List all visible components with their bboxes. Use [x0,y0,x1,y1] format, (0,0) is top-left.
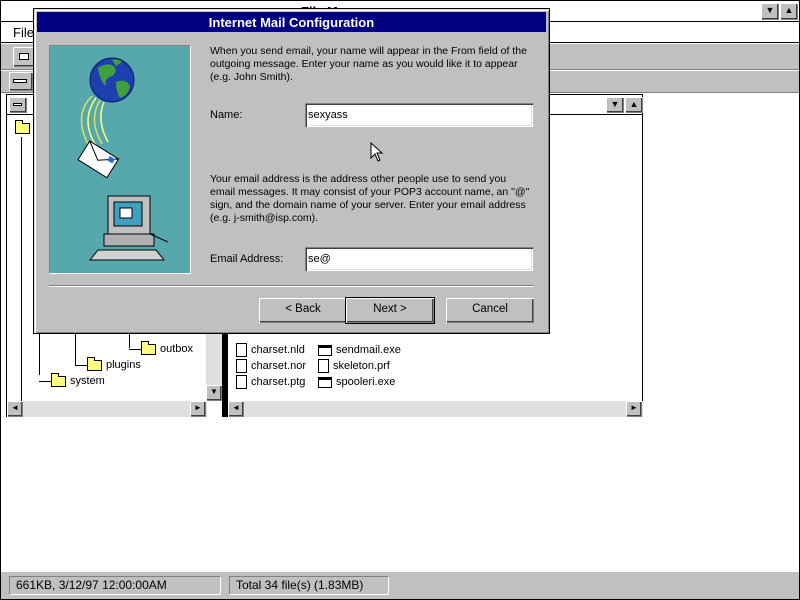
file-item[interactable]: charset.ptg [236,374,305,390]
mouse-cursor-icon [370,142,384,162]
tree-item-system[interactable]: system [51,372,105,389]
file-pane-top [611,95,627,115]
file-item[interactable]: skeleton.prf [318,358,390,374]
document-icon [236,343,247,357]
tree-line [39,381,51,382]
window-system-menu-button[interactable] [9,97,27,113]
file-item[interactable]: charset.nor [236,358,306,374]
file-item[interactable]: sendmail.exe [318,342,401,358]
cancel-button[interactable]: Cancel [446,298,534,323]
dialog-title: Internet Mail Configuration [208,15,375,30]
internet-mail-configuration-dialog: Internet Mail Configuration When you sen… [33,8,550,334]
email-address-label: Email Address: [210,253,284,265]
window-maximize-button[interactable]: ▲ [625,97,643,113]
tree-line [75,365,87,366]
system-menu-icon [13,103,22,106]
tree-item-plugins[interactable]: plugins [87,356,141,373]
email-instructions: Your email address is the address other … [210,173,530,224]
folder-icon [141,340,156,355]
executable-icon [318,376,332,388]
drive-a-button[interactable] [9,72,33,91]
back-button[interactable]: < Back [259,298,347,323]
wizard-illustration [49,45,191,274]
tree-line [129,349,141,350]
globe-mail-computer-icon [77,57,169,261]
file-name: sendmail.exe [336,344,401,356]
menu-file[interactable]: File [13,25,34,40]
dialog-separator [49,285,534,287]
scroll-right-button[interactable]: ► [190,401,206,417]
root-folder-icon [15,120,30,134]
name-label: Name: [210,109,243,121]
tree-line [75,330,76,365]
tree-item-outbox[interactable]: outbox [141,340,194,357]
executable-icon [318,344,332,356]
dialog-titlebar: Internet Mail Configuration [37,12,546,32]
tree-horizontal-scrollbar[interactable]: ◄ ► [7,401,207,417]
document-icon [236,359,247,373]
tree-line [21,137,22,402]
file-name: charset.nld [251,344,305,356]
document-icon [236,375,247,389]
email-address-input[interactable] [305,247,533,271]
file-name: charset.ptg [251,376,306,388]
scroll-right-button[interactable]: ► [626,401,642,417]
folder-icon [87,356,102,371]
file-item[interactable]: charset.nld [236,342,305,358]
name-input[interactable] [305,103,533,127]
document-icon [318,359,329,373]
name-instructions: When you send email, your name will appe… [210,45,527,83]
drive-select-button[interactable] [13,47,35,67]
scroll-down-button[interactable]: ▼ [206,385,222,401]
scroll-left-button[interactable]: ◄ [228,401,244,417]
status-bar: 661KB, 3/12/97 12:00:00AM Total 34 file(… [1,571,799,599]
status-selection: 661KB, 3/12/97 12:00:00AM [9,576,221,595]
tree-item-label: plugins [106,359,141,371]
folder-icon [51,372,66,387]
drive-icon [19,53,29,60]
next-button[interactable]: Next > [345,297,435,324]
scroll-left-button[interactable]: ◄ [7,401,23,417]
file-name: charset.nor [251,360,307,372]
tree-item-label: outbox [160,343,194,355]
tree-item-label: system [70,375,105,387]
maximize-button[interactable]: ▲ [780,3,798,20]
file-item[interactable]: spooleri.exe [318,374,395,390]
file-name: skeleton.prf [333,360,390,372]
status-totals: Total 34 file(s) (1.83MB) [229,576,389,595]
minimize-button[interactable]: ▼ [761,3,779,20]
floppy-drive-icon [13,79,27,83]
file-name: spooleri.exe [336,376,396,388]
file-horizontal-scrollbar[interactable]: ◄ ► [228,401,643,417]
